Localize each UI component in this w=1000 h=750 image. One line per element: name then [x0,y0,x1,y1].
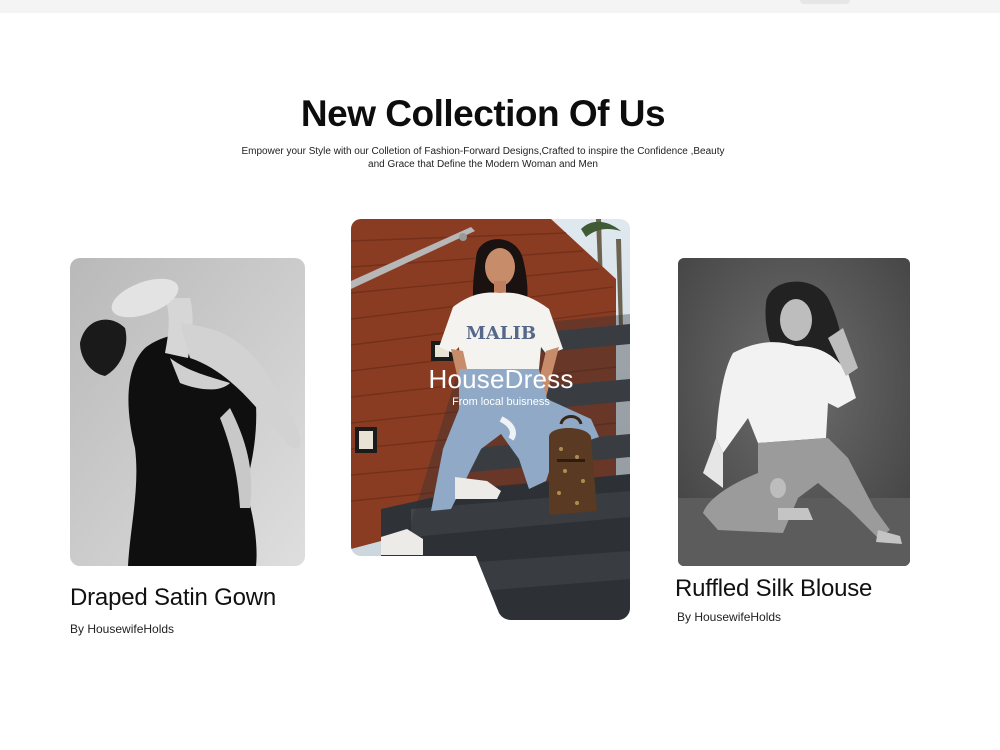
product-vendor-ruffled-silk-blouse: By HousewifeHolds [677,610,782,624]
top-bar [0,0,1000,13]
section-subtitle: Empower your Style with our Colletion of… [230,145,736,171]
featured-subtitle: From local buisness [452,396,550,408]
section-subtitle-line-2: and Grace that Define the Modern Woman a… [368,159,598,170]
model-photo-stairs: MALIB [351,219,630,620]
model-photo-blouse [678,258,910,566]
product-vendor-draped-satin-gown: By HousewifeHolds [70,622,175,636]
product-name-draped-satin-gown[interactable]: Draped Satin Gown [70,584,276,612]
product-image-ruffled-silk-blouse[interactable] [678,258,910,566]
product-name-ruffled-silk-blouse[interactable]: Ruffled Silk Blouse [675,575,872,603]
section-subtitle-line-1: Empower your Style with our Colletion of… [241,146,725,157]
section-title: New Collection Of Us [300,93,666,134]
featured-title: HouseDress [428,364,574,394]
featured-image-housedress[interactable]: MALIB [351,219,630,620]
shirt-print: MALIB [466,323,536,344]
top-bar-handle [800,0,850,4]
product-image-draped-satin-gown[interactable] [70,258,305,566]
model-photo-gown [70,258,305,566]
featured-caption: HouseDress From local buisness [351,364,651,408]
